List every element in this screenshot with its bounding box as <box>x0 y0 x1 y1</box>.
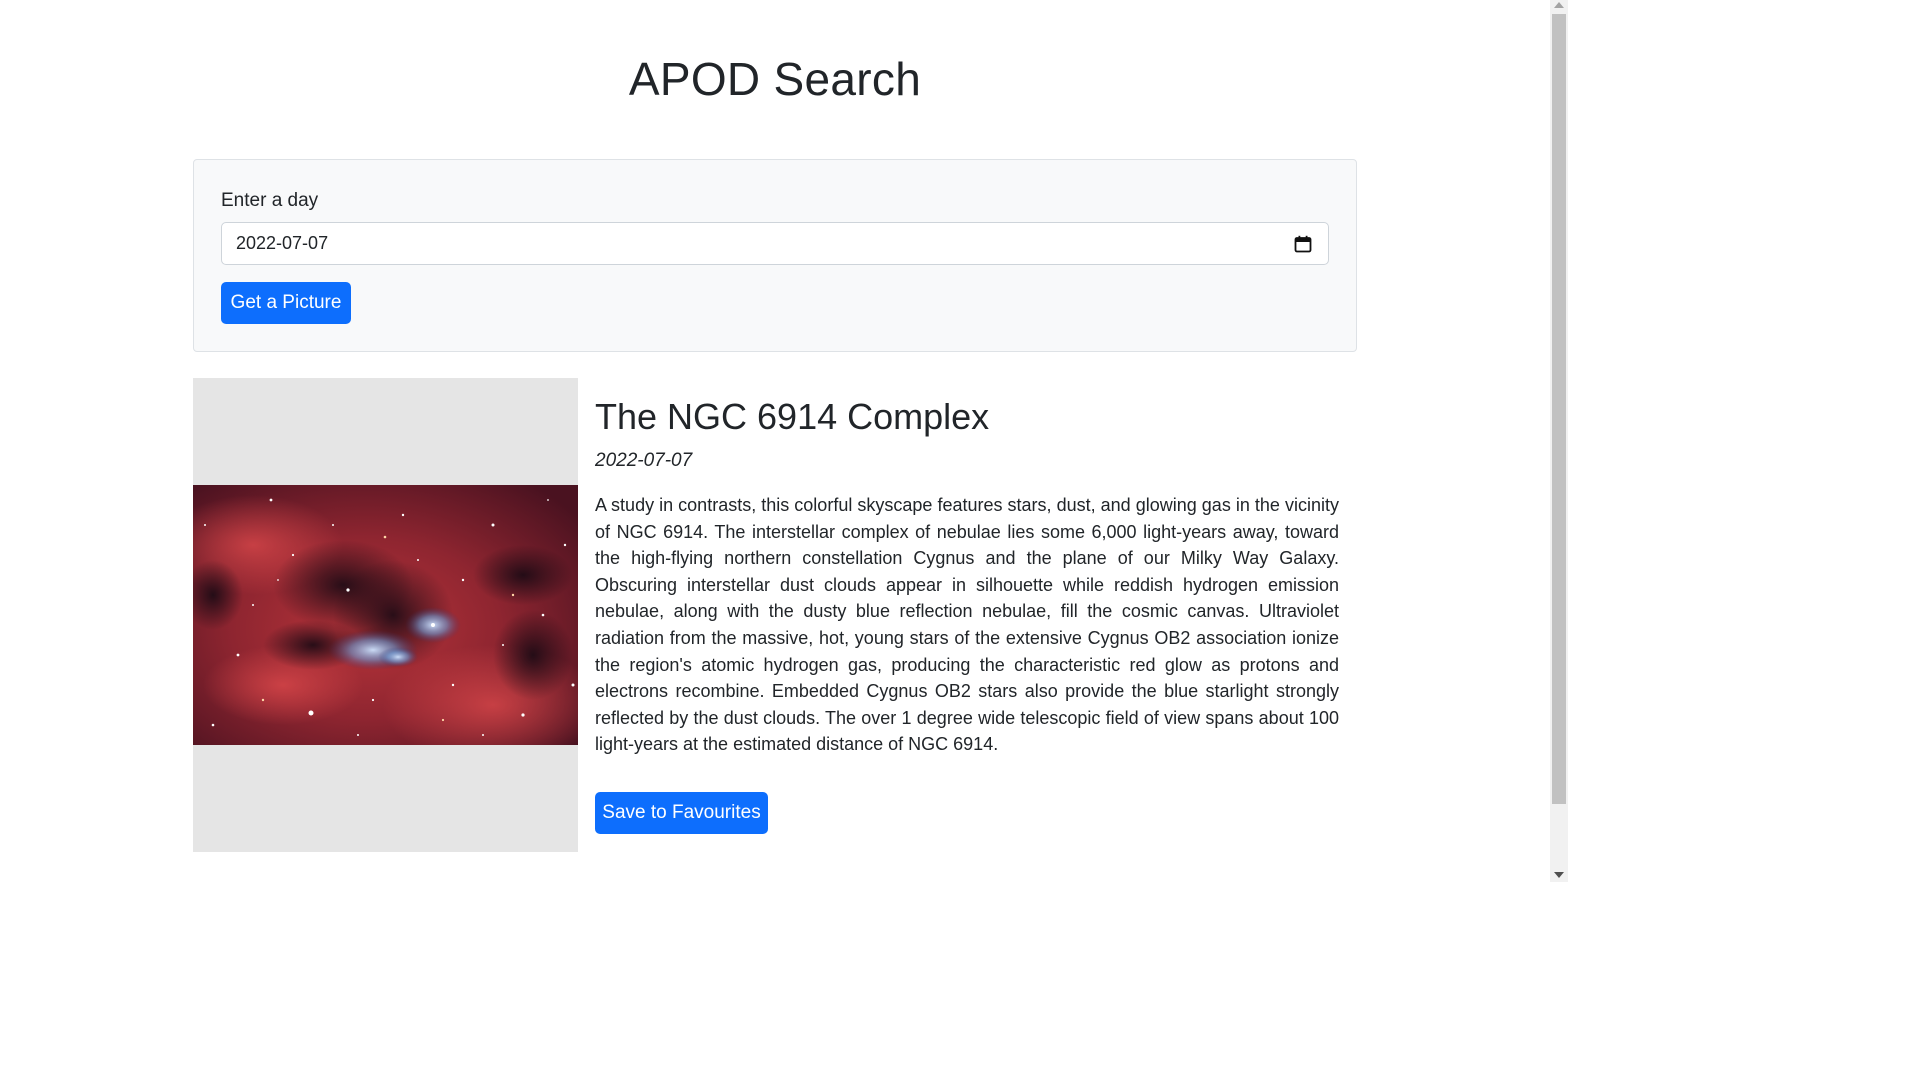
apod-date: 2022-07-07 <box>595 450 693 471</box>
vertical-scrollbar[interactable] <box>1550 0 1568 882</box>
apod-title: The NGC 6914 Complex <box>595 396 990 437</box>
page-title: APOD Search <box>628 53 922 105</box>
image-panel <box>193 378 578 852</box>
date-input-value: 2022-07-07 <box>236 233 329 253</box>
apod-explanation: A study in contrasts, this colorful skys… <box>595 495 1339 755</box>
date-label: Enter a day <box>221 190 319 211</box>
calendar-icon[interactable] <box>1294 235 1312 253</box>
scroll-thumb[interactable] <box>1552 14 1566 804</box>
save-to-favourites-button[interactable]: Save to Favourites <box>595 792 768 834</box>
date-input[interactable]: 2022-07-07 <box>221 222 1329 265</box>
scroll-up-arrow-icon[interactable] <box>1554 2 1564 8</box>
nebula-image <box>193 485 578 745</box>
scroll-down-arrow-icon[interactable] <box>1554 872 1564 878</box>
nebula-image-art <box>193 485 578 745</box>
search-form: Enter a day 2022-07-07 Get a Picture <box>193 159 1357 352</box>
get-picture-button[interactable]: Get a Picture <box>221 282 351 324</box>
